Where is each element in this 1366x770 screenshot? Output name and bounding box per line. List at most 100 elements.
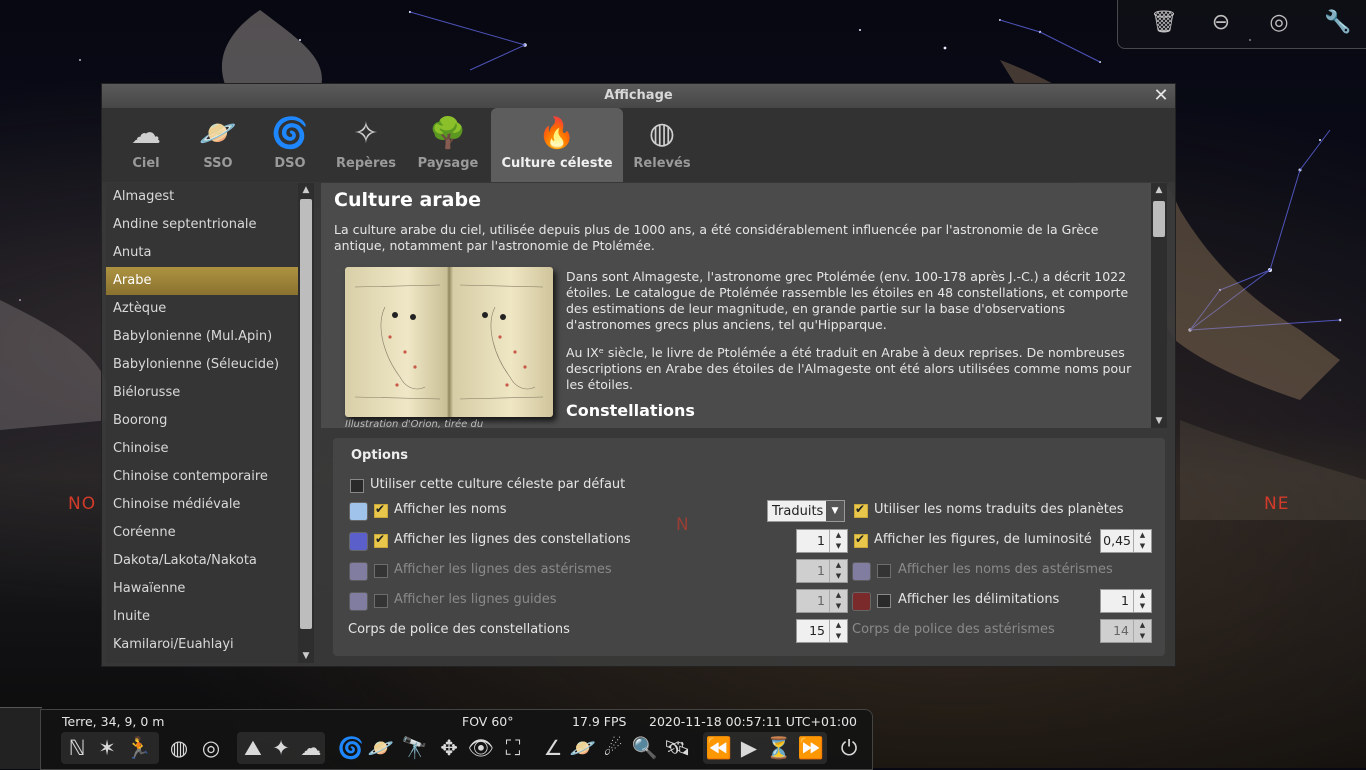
list-item[interactable]: Coréenne xyxy=(106,519,298,547)
list-item[interactable]: Anuta xyxy=(106,239,298,267)
power-icon[interactable]: ⏻ xyxy=(835,734,863,762)
boundaries-value: 1 xyxy=(1121,593,1129,608)
asterism-names-color-swatch[interactable] xyxy=(852,562,871,581)
asterism-lines-spinbox[interactable]: 1 ▲ ▼ xyxy=(796,559,848,583)
tab-dso[interactable]: 🌀 DSO xyxy=(262,108,318,182)
asterism-lines-checkbox[interactable] xyxy=(374,564,388,578)
scroll-down-arrow[interactable]: ▼ xyxy=(1151,414,1167,428)
atmosphere-icon[interactable]: ☁ xyxy=(297,734,325,762)
show-lines-checkbox[interactable] xyxy=(374,532,388,548)
tab-landscape[interactable]: 🌳 Paysage xyxy=(414,108,482,182)
tab-sky-culture[interactable]: 🔥 Culture céleste xyxy=(491,108,623,182)
rewind-icon[interactable]: ⏪ xyxy=(705,734,733,762)
guide-lines-color-swatch[interactable] xyxy=(349,592,368,611)
boundaries-label: Afficher les délimitations xyxy=(898,592,1060,607)
tab-sso[interactable]: 🪐 SSO xyxy=(190,108,246,182)
list-item[interactable]: Inuite xyxy=(106,603,298,631)
list-item[interactable]: Dakota/Lakota/Nakota xyxy=(106,547,298,575)
spin-arrows-icon[interactable]: ▲ ▼ xyxy=(1133,590,1151,612)
spin-arrows-icon[interactable]: ▲ ▼ xyxy=(829,530,847,552)
tab-markings[interactable]: ✧ Repères xyxy=(332,108,400,182)
spin-arrows-icon[interactable]: ▲ ▼ xyxy=(829,620,847,642)
scroll-thumb[interactable] xyxy=(300,199,312,629)
dialog-titlebar[interactable]: Affichage ✕ xyxy=(102,84,1175,108)
list-item-selected[interactable]: Arabe xyxy=(106,267,298,295)
sky-culture-list[interactable]: Almagest Andine septentrionale Anuta Ara… xyxy=(106,183,298,663)
list-item[interactable]: Babylonienne (Séleucide) xyxy=(106,351,298,379)
deep-sky-icon[interactable]: 🌀 xyxy=(337,734,365,762)
show-names-checkbox[interactable] xyxy=(374,502,388,518)
asterism-font-spinbox[interactable]: 14 ▲ ▼ xyxy=(1100,619,1152,643)
angle-measure-icon[interactable]: ∠ xyxy=(539,734,567,762)
ground-icon[interactable]: ⛰ xyxy=(239,734,267,762)
fullscreen-icon[interactable]: ⛶ xyxy=(499,734,527,762)
tab-sky[interactable]: ☁ Ciel xyxy=(118,108,174,182)
tab-surveys[interactable]: ◍ Relevés xyxy=(630,108,694,182)
names-color-swatch[interactable] xyxy=(349,502,368,521)
tab-markings-label: Repères xyxy=(336,156,396,171)
scroll-thumb[interactable] xyxy=(1153,201,1165,237)
names-mode-select[interactable]: Traduits ▼ xyxy=(767,500,845,522)
asterism-lines-color-swatch[interactable] xyxy=(349,562,368,581)
list-item[interactable]: Hawaïenne xyxy=(106,575,298,603)
wrench-icon[interactable]: 🔧 xyxy=(1324,10,1351,36)
spin-arrows-icon[interactable]: ▲ ▼ xyxy=(1133,530,1151,552)
search-icon[interactable]: 🔍 xyxy=(631,734,659,762)
chevron-down-icon: ▼ xyxy=(826,501,844,521)
list-item[interactable]: Aztèque xyxy=(106,295,298,323)
list-item[interactable]: Chinoise médiévale xyxy=(106,491,298,519)
close-button[interactable]: ✕ xyxy=(1151,84,1171,108)
list-item[interactable]: Chinoise xyxy=(106,435,298,463)
constellation-font-spinbox[interactable]: 15 ▲ ▼ xyxy=(796,619,848,643)
planet-icon[interactable]: 🪐 xyxy=(569,734,597,762)
list-item[interactable]: Biélorusse xyxy=(106,379,298,407)
constellation-art-icon[interactable]: 🏃 xyxy=(125,734,153,762)
constellation-labels-icon[interactable]: ✶ xyxy=(93,734,121,762)
constellation-lines-icon[interactable]: ℕ xyxy=(63,734,91,762)
fast-forward-icon[interactable]: ⏩ xyxy=(797,734,825,762)
spin-arrows-icon[interactable]: ▲ ▼ xyxy=(829,560,847,582)
satellite-icon[interactable]: 🛰 xyxy=(663,734,691,762)
list-item[interactable]: Almagest xyxy=(106,183,298,211)
culture-paragraph-3: Au IXᵉ siècle, le livre de Ptolémée a ét… xyxy=(566,345,1132,392)
spin-arrows-icon[interactable]: ▲ ▼ xyxy=(1133,620,1151,642)
list-item[interactable]: Kamilaroi/Euahlayi xyxy=(106,631,298,659)
default-culture-checkbox[interactable] xyxy=(350,479,364,493)
compass-nw-label: NO xyxy=(68,494,97,514)
figures-brightness-spinbox[interactable]: 0,45 ▲ ▼ xyxy=(1100,529,1152,553)
asterism-names-checkbox[interactable] xyxy=(877,564,891,578)
center-selection-icon[interactable]: ✥ xyxy=(435,734,463,762)
planet-labels-icon[interactable]: 🪐 xyxy=(367,734,395,762)
tab-sky-culture-label: Culture céleste xyxy=(501,156,613,171)
meteor-icon[interactable]: ☄ xyxy=(599,734,627,762)
lines-thickness-spinbox[interactable]: 1 ▲ ▼ xyxy=(796,529,848,553)
lines-color-swatch[interactable] xyxy=(349,532,368,551)
current-time-icon[interactable]: ⏳ xyxy=(765,734,793,762)
boundaries-checkbox[interactable] xyxy=(877,594,891,608)
boundaries-color-swatch[interactable] xyxy=(852,592,871,611)
list-scrollbar[interactable]: ▲ ▼ xyxy=(298,183,314,663)
translated-planets-checkbox[interactable] xyxy=(854,502,868,518)
night-mode-icon[interactable]: 👁 xyxy=(467,734,495,762)
target-icon[interactable]: ◎ xyxy=(1266,10,1292,36)
equatorial-grid-icon[interactable]: ◍ xyxy=(165,734,193,762)
list-item[interactable]: Boorong xyxy=(106,407,298,435)
scroll-up-arrow[interactable]: ▲ xyxy=(298,183,314,197)
window-icon[interactable]: ⊖ xyxy=(1208,10,1234,36)
cardinal-points-icon[interactable]: ✦ xyxy=(267,734,295,762)
boundaries-spinbox[interactable]: 1 ▲ ▼ xyxy=(1100,589,1152,613)
play-icon[interactable]: ▶ xyxy=(735,734,763,762)
scroll-down-arrow[interactable]: ▼ xyxy=(298,649,314,663)
show-figures-checkbox[interactable] xyxy=(854,532,868,548)
list-item[interactable]: Chinoise contemporaire xyxy=(106,463,298,491)
azimuthal-grid-icon[interactable]: ◎ xyxy=(197,734,225,762)
list-item[interactable]: Babylonienne (Mul.Apin) xyxy=(106,323,298,351)
list-item[interactable]: Andine septentrionale xyxy=(106,211,298,239)
scroll-up-arrow[interactable]: ▲ xyxy=(1151,183,1167,197)
guide-lines-checkbox[interactable] xyxy=(374,594,388,608)
trash-icon[interactable]: 🗑 xyxy=(1150,10,1178,36)
guide-lines-spinbox[interactable]: 1 ▲ ▼ xyxy=(796,589,848,613)
telescope-icon[interactable]: 🔭 xyxy=(401,734,429,762)
spin-arrows-icon[interactable]: ▲ ▼ xyxy=(829,590,847,612)
description-scrollbar[interactable]: ▲ ▼ xyxy=(1151,183,1167,428)
